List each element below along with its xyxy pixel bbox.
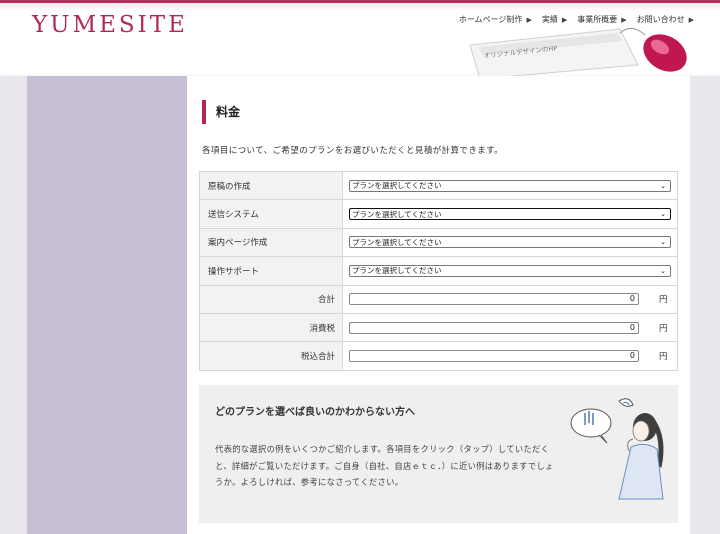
chevron-down-icon: ⌄ (660, 210, 666, 219)
triangle-right-icon: ▶ (688, 15, 694, 24)
table-row: 操作サポート プランを選択してください ⌄ (199, 256, 678, 286)
chevron-down-icon: ⌄ (660, 266, 666, 275)
row-label: 操作サポート (199, 256, 343, 286)
global-nav: ホームページ制作 ▶ 実績 ▶ 事業所概要 ▶ お問い合わせ ▶ (459, 14, 694, 25)
left-sidebar (27, 76, 187, 534)
site-header: YUMESITE ホームページ制作 ▶ 実績 ▶ 事業所概要 ▶ お問い合わせ ▶ オリ… (0, 0, 720, 79)
nav-label: お問い合わせ (636, 15, 685, 24)
grand-total-field[interactable]: 0 (349, 350, 639, 363)
select-value: プランを選択してください (352, 237, 442, 247)
currency-unit: 円 (659, 323, 668, 334)
chevron-down-icon: ⌄ (660, 238, 666, 247)
help-box: どのプランを選べば良いのかわからない方へ 代表的な選択の例をいくつかご紹介します… (199, 385, 678, 523)
main-content: 料金 各項目について、ご希望のプランをお選びいただくと見積が計算できます。 原稿… (187, 76, 690, 534)
triangle-right-icon: ▶ (561, 15, 568, 24)
subtotal-field[interactable]: 0 (349, 293, 639, 306)
table-row: 案内ページ作成 プランを選択してください ⌄ (199, 227, 678, 258)
help-title: どのプランを選べば良いのかわからない方へ (215, 407, 415, 418)
help-body: 代表的な選択の例をいくつかご紹介します。各項目をクリック（タップ）していただくと… (215, 444, 554, 487)
nav-label: 事業所概要 (577, 15, 618, 24)
plan-select-support[interactable]: プランを選択してください ⌄ (349, 264, 671, 277)
nav-item-contact[interactable]: お問い合わせ ▶ (637, 14, 694, 25)
triangle-right-icon: ▶ (526, 15, 532, 24)
select-value: プランを選択してください (352, 181, 442, 191)
select-value: プランを選択してください (352, 266, 442, 276)
row-label: 案内ページ作成 (199, 227, 343, 258)
tax-label: 消費税 (199, 312, 343, 343)
triangle-right-icon: ▶ (621, 15, 627, 24)
thinking-woman-illustration (570, 398, 664, 500)
intro-text: 各項目について、ご希望のプランをお選びいただくと見積が計算できます。 (202, 146, 504, 156)
table-row: 合計 0 円 (199, 284, 678, 314)
nav-item-company[interactable]: 事業所概要 ▶ (577, 14, 626, 25)
plan-select-manuscript[interactable]: プランを選択してください ⌄ (349, 179, 671, 192)
currency-unit: 円 (659, 352, 668, 363)
plan-select-guide-page[interactable]: プランを選択してください ⌄ (349, 236, 671, 249)
keyboard-mouse-illustration: オリジナルデザインのHP (470, 28, 687, 79)
price-table: 原稿の作成 プランを選択してください ⌄ 送信システム プランを選択してください ⌄… (199, 170, 678, 371)
right-gutter (690, 76, 720, 534)
chevron-down-icon: ⌄ (660, 181, 666, 190)
table-row: 税込合計 0 円 (199, 341, 678, 371)
row-label: 原稿の作成 (199, 170, 343, 201)
select-value: プランを選択してください (352, 209, 442, 219)
currency-unit: 円 (659, 295, 668, 306)
row-label: 送信システム (199, 199, 343, 229)
nav-item-works[interactable]: 実績 ▶ (542, 14, 567, 25)
grand-total-label: 税込合計 (199, 341, 343, 371)
site-logo[interactable]: YUMESITE (32, 12, 188, 38)
nav-label: ホームページ制作 (458, 15, 523, 24)
tax-field[interactable]: 0 (349, 321, 639, 334)
table-row: 送信システム プランを選択してください ⌄ (199, 199, 678, 229)
table-row: 消費税 0 円 (199, 312, 678, 343)
nav-label: 実績 (541, 15, 558, 24)
total-label: 合計 (199, 284, 343, 314)
plan-select-send-system[interactable]: プランを選択してください ⌄ (349, 208, 671, 221)
page-title: 料金 (202, 100, 240, 124)
table-row: 原稿の作成 プランを選択してください ⌄ (199, 170, 678, 201)
nav-item-web-production[interactable]: ホームページ制作 ▶ (459, 14, 532, 25)
